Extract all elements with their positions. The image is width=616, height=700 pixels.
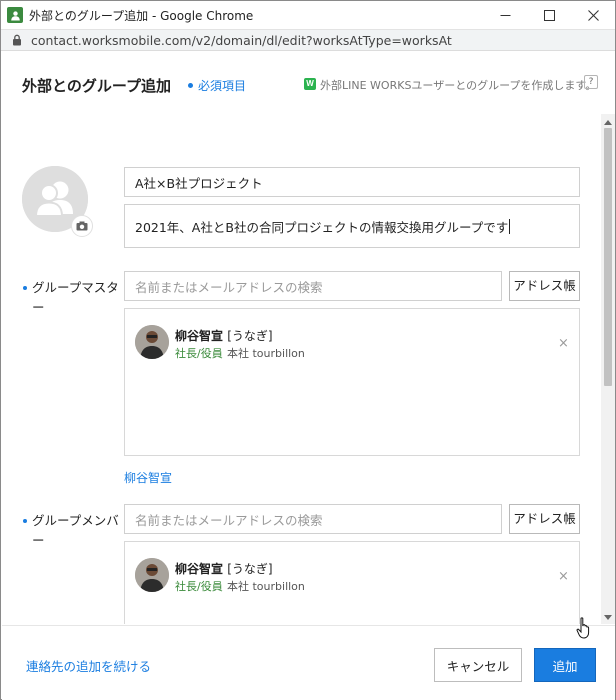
master-address-book-button[interactable]: アドレス帳 <box>509 271 580 301</box>
mouse-cursor-icon <box>576 617 590 639</box>
group-name-input[interactable]: A社×B社プロジェクト <box>124 167 580 197</box>
group-member-item: 柳谷智宣 [うなぎ] 社長/役員 本社 tourbillon × <box>135 558 580 594</box>
member-meta: 本社 tourbillon <box>227 347 305 360</box>
master-member-item: 柳谷智宣 [うなぎ] 社長/役員 本社 tourbillon × <box>135 325 580 361</box>
member-nickname: [うなぎ] <box>227 329 273 343</box>
minimize-icon <box>500 14 510 16</box>
scroll-down-arrow[interactable] <box>604 615 612 620</box>
continue-adding-link[interactable]: 連絡先の追加を続ける <box>26 656 151 675</box>
members-search-placeholder: 名前またはメールアドレスの検索 <box>135 512 323 528</box>
form-scroll-area: A社×B社プロジェクト 2021年、A社とB社の合同プロジェクトの情報交換用グル… <box>2 114 615 624</box>
member-role: 社長/役員 <box>175 347 223 360</box>
master-summary-link[interactable]: 柳谷智宣 <box>124 469 172 486</box>
help-button[interactable]: ? <box>584 75 598 89</box>
minimize-button[interactable] <box>483 1 527 29</box>
member-photo <box>135 558 169 592</box>
member-meta: 本社 tourbillon <box>227 580 305 593</box>
members-list: 柳谷智宣 [うなぎ] 社長/役員 本社 tourbillon × <box>124 541 580 624</box>
master-required-dot <box>23 286 27 290</box>
camera-icon <box>76 221 88 231</box>
member-nickname: [うなぎ] <box>227 562 273 576</box>
browser-window: 外部とのグループ追加 - Google Chrome contact.works… <box>0 0 616 700</box>
maximize-button[interactable] <box>527 1 571 29</box>
required-label: 必須項目 <box>198 79 247 93</box>
remove-member-button[interactable]: × <box>558 569 569 584</box>
change-photo-button[interactable] <box>71 215 93 237</box>
add-button[interactable]: 追加 <box>534 648 596 682</box>
line-works-icon: W <box>304 78 316 90</box>
scroll-thumb[interactable] <box>604 128 612 386</box>
lock-icon <box>13 34 21 46</box>
url-text: contact.worksmobile.com/v2/domain/dl/edi… <box>31 32 452 48</box>
scroll-up-arrow[interactable] <box>604 120 612 125</box>
master-list: 柳谷智宣 [うなぎ] 社長/役員 本社 tourbillon × <box>124 308 580 456</box>
members-address-book-button[interactable]: アドレス帳 <box>509 504 580 534</box>
members-label-line2: ー <box>32 533 45 548</box>
close-icon <box>587 9 599 21</box>
master-search-input[interactable]: 名前またはメールアドレスの検索 <box>124 271 502 301</box>
member-name-text: 柳谷智宣 <box>175 562 224 576</box>
member-role: 社長/役員 <box>175 580 223 593</box>
window-title: 外部とのグループ追加 - Google Chrome <box>29 8 254 23</box>
description-value: 2021年、A社とB社の合同プロジェクトの情報交換用グループです <box>135 219 509 235</box>
text-caret <box>509 218 511 234</box>
members-label-line1: グループメンバ <box>32 513 119 528</box>
remove-icon: × <box>558 336 569 351</box>
master-search-placeholder: 名前またはメールアドレスの検索 <box>135 279 323 295</box>
member-photo <box>135 325 169 359</box>
required-dot <box>188 83 193 88</box>
member-name: 柳谷智宣 [うなぎ] <box>175 327 273 344</box>
vertical-scrollbar[interactable] <box>601 114 615 624</box>
dialog-header: 外部とのグループ追加 必須項目 W 外部LINE WORKSユーザーとのグループ… <box>2 52 602 112</box>
master-label-line1: グループマスタ <box>32 280 119 295</box>
contact-app-icon <box>7 7 23 23</box>
dialog-title: 外部とのグループ追加 <box>22 77 171 95</box>
close-window-button[interactable] <box>571 1 615 29</box>
members-label: グループメンバ ー <box>32 511 119 551</box>
member-name-text: 柳谷智宣 <box>175 329 224 343</box>
maximize-icon <box>543 9 555 21</box>
master-label-line2: ー <box>32 300 45 315</box>
master-label: グループマスタ ー <box>32 278 119 318</box>
members-search-input[interactable]: 名前またはメールアドレスの検索 <box>124 504 502 534</box>
members-required-dot <box>23 519 27 523</box>
address-bar[interactable]: contact.worksmobile.com/v2/domain/dl/edi… <box>1 29 615 51</box>
group-add-dialog: 外部とのグループ追加 必須項目 W 外部LINE WORKSユーザーとのグループ… <box>2 52 615 700</box>
title-bar: 外部とのグループ追加 - Google Chrome <box>1 1 615 29</box>
dialog-hint: 外部LINE WORKSユーザーとのグループを作成します。 <box>320 79 597 92</box>
group-name-value: A社×B社プロジェクト <box>135 175 263 191</box>
description-input[interactable]: 2021年、A社とB社の合同プロジェクトの情報交換用グループです <box>124 204 580 248</box>
member-name: 柳谷智宣 [うなぎ] <box>175 560 273 577</box>
remove-icon: × <box>558 569 569 584</box>
remove-master-button[interactable]: × <box>558 336 569 351</box>
dialog-footer: 連絡先の追加を続ける キャンセル 追加 <box>2 625 615 700</box>
cancel-button[interactable]: キャンセル <box>434 648 522 682</box>
